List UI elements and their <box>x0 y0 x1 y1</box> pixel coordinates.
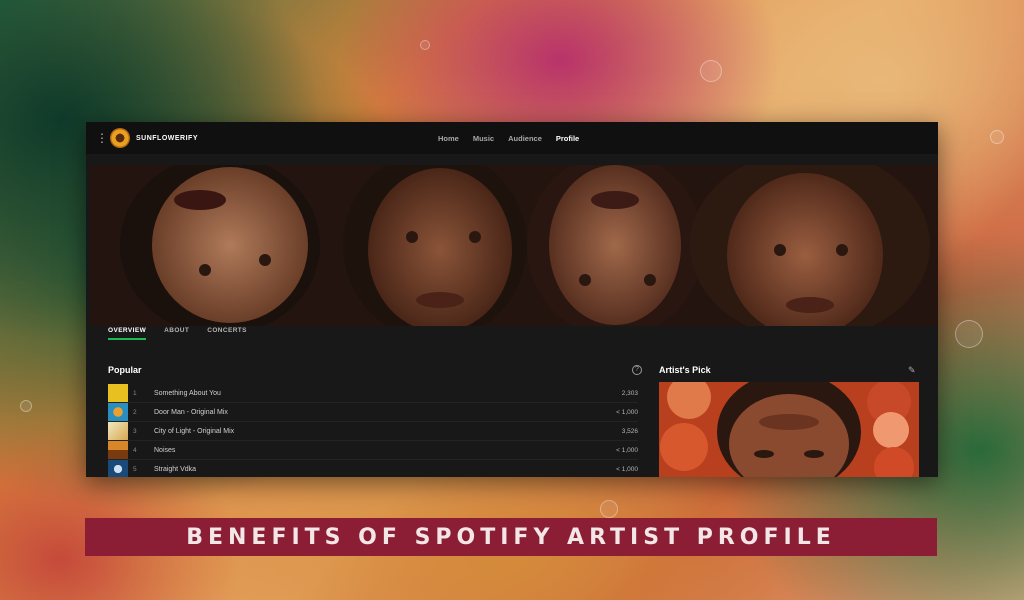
album-thumbnail <box>108 422 128 440</box>
top-bar: ⋮ SUNFLOWERIFY Home Music Audience Profi… <box>86 122 938 154</box>
track-plays: 2,303 <box>621 389 638 397</box>
brand-name: SUNFLOWERIFY <box>136 134 198 142</box>
artist-header-image <box>90 165 938 326</box>
kebab-menu-icon[interactable]: ⋮ <box>96 131 108 145</box>
background-bubble <box>955 320 983 348</box>
profile-tabs: OVERVIEW ABOUT CONCERTS <box>108 327 247 340</box>
track-plays: 3,526 <box>621 427 638 435</box>
track-row[interactable]: 5 Straight Vdka < 1,000 <box>108 460 638 477</box>
track-number: 1 <box>133 389 137 397</box>
background-bubble <box>20 400 32 412</box>
title-banner: BENEFITS OF SPOTIFY ARTIST PROFILE <box>85 518 937 556</box>
header-photo <box>90 165 938 326</box>
popular-track-list: 1 Something About You 2,303 2 Door Man -… <box>108 384 638 477</box>
banner-title: BENEFITS OF SPOTIFY ARTIST PROFILE <box>186 524 836 550</box>
popular-heading: Popular <box>108 365 142 375</box>
album-thumbnail <box>108 460 128 477</box>
tab-about[interactable]: ABOUT <box>164 327 189 340</box>
track-number: 4 <box>133 446 137 454</box>
track-title: Door Man - Original Mix <box>154 408 228 416</box>
artists-pick-image[interactable] <box>659 382 919 477</box>
track-title: City of Light - Original Mix <box>154 427 235 435</box>
main-nav: Home Music Audience Profile <box>438 122 579 154</box>
track-row[interactable]: 2 Door Man - Original Mix < 1,000 <box>108 403 638 422</box>
track-row[interactable]: 3 City of Light - Original Mix 3,526 <box>108 422 638 441</box>
artists-pick-heading: Artist's Pick <box>659 365 711 375</box>
track-number: 2 <box>133 408 137 416</box>
track-title: Noises <box>154 446 176 454</box>
track-plays: < 1,000 <box>616 446 638 454</box>
track-plays: < 1,000 <box>616 465 638 473</box>
artists-pick-photo <box>659 382 919 477</box>
tab-concerts[interactable]: CONCERTS <box>207 327 247 340</box>
nav-audience[interactable]: Audience <box>508 134 542 143</box>
nav-home[interactable]: Home <box>438 134 459 143</box>
track-plays: < 1,000 <box>616 408 638 416</box>
track-row[interactable]: 4 Noises < 1,000 <box>108 441 638 460</box>
album-thumbnail <box>108 403 128 421</box>
nav-profile[interactable]: Profile <box>556 134 579 143</box>
artist-logo[interactable] <box>110 128 130 148</box>
background-bubble <box>700 60 722 82</box>
nav-music[interactable]: Music <box>473 134 494 143</box>
track-title: Straight Vdka <box>154 465 197 473</box>
background-bubble <box>990 130 1004 144</box>
album-thumbnail <box>108 441 128 459</box>
tab-overview[interactable]: OVERVIEW <box>108 327 147 340</box>
edit-pencil-icon[interactable]: ✎ <box>908 365 916 376</box>
background-bubble <box>420 40 430 50</box>
background-bubble <box>600 500 618 518</box>
album-thumbnail <box>108 384 128 402</box>
track-title: Something About You <box>154 389 221 397</box>
artist-profile-window: ⋮ SUNFLOWERIFY Home Music Audience Profi… <box>86 122 938 477</box>
track-row[interactable]: 1 Something About You 2,303 <box>108 384 638 403</box>
help-icon[interactable]: ? <box>632 365 642 375</box>
track-number: 3 <box>133 427 137 435</box>
track-number: 5 <box>133 465 137 473</box>
